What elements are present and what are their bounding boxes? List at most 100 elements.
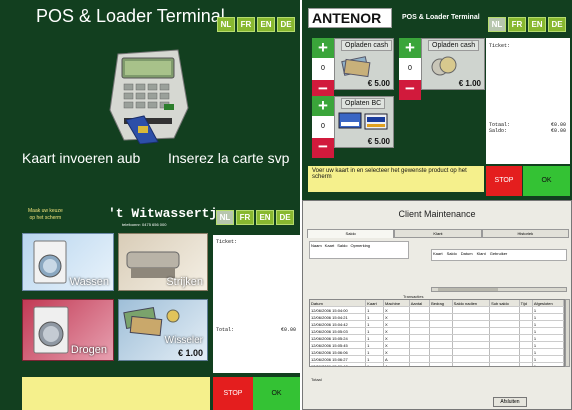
lang-fr-button[interactable]: FR (237, 17, 255, 32)
stop-label: STOP (223, 390, 243, 397)
panel-title: POS & Loader Terminal (36, 6, 225, 26)
table-row[interactable]: 12/06/2006 15:06:27 1 A 1 (310, 355, 564, 363)
ok-button[interactable]: OK (523, 166, 570, 196)
table-cell: X (383, 341, 410, 349)
table-cell: A (383, 362, 410, 366)
lang-fr-button[interactable]: FR (236, 210, 254, 225)
quantity-stepper: + 0 − (399, 38, 421, 100)
table-cell (489, 313, 520, 321)
horizontal-scrollbar[interactable] (431, 287, 567, 292)
ok-button[interactable]: OK (253, 377, 300, 410)
stop-button[interactable]: STOP (486, 166, 522, 196)
table-cell: 1 (532, 341, 564, 349)
decrement-button[interactable]: − (399, 80, 421, 100)
table-cell: 12/06/2006 15:06:48 (310, 362, 367, 366)
table-cell (429, 341, 453, 349)
table-row[interactable]: 12/06/2006 15:04:21 1 X 1 (310, 313, 564, 321)
lang-de-button[interactable]: DE (276, 210, 294, 225)
tab-saldo[interactable]: Saldo (307, 229, 395, 238)
lang-de-button[interactable]: DE (277, 17, 295, 32)
table-cell (452, 355, 491, 363)
table-row[interactable]: 12/06/2006 15:06:48 1 A 1 (310, 362, 564, 366)
tab-klant[interactable]: Klant (394, 229, 482, 238)
pos-panel-product-selection: ANTENOR POS & Loader Terminal NL FR EN D… (302, 0, 572, 205)
total-label: Total: (216, 327, 235, 333)
vertical-scrollbar[interactable] (565, 299, 570, 367)
table-row[interactable]: 12/06/2006 15:06:06 1 X 1 (310, 348, 564, 356)
table-cell: 12/06/2006 15:04:21 (310, 313, 367, 321)
table-cell: X (383, 334, 410, 342)
table-cell (409, 362, 431, 366)
table-cell (409, 327, 431, 335)
table-cell (519, 313, 533, 321)
table-cell (519, 334, 533, 342)
ticket-label: Ticket: (216, 239, 238, 245)
insert-card-prompt-nl: Kaart invoeren aub (22, 150, 141, 166)
table-row[interactable]: 12/06/2006 15:04:42 1 X 1 (310, 320, 564, 328)
product-price: € 5.00 (367, 137, 390, 146)
close-button[interactable]: Afsluiten (493, 397, 527, 407)
table-cell (452, 362, 491, 366)
table-cell (452, 327, 491, 335)
table-cell (489, 362, 520, 366)
table-cell: 1 (532, 313, 564, 321)
window-title: Client Maintenance (398, 209, 476, 219)
brand-phone: telefoonnr: 0475 656 000 (122, 222, 167, 227)
table-row[interactable]: 12/06/2006 15:05:24 1 X 1 (310, 334, 564, 342)
lang-nl-button[interactable]: NL (488, 17, 506, 32)
table-cell (429, 306, 453, 314)
choose-on-screen-text: Maak uw keuze op het scherm (28, 208, 63, 222)
stop-label: STOP (494, 177, 514, 184)
transactions-table: Datum Kaart Machine Aantal Bedrag Saldo … (309, 299, 565, 367)
table-cell: 1 (532, 348, 564, 356)
table-cell: 1 (365, 334, 384, 342)
product-tile-cash-1[interactable]: Opladen cash € 1.00 (421, 38, 485, 90)
antenor-logo-text: ANTENOR (312, 10, 382, 26)
washing-machine-icon (33, 240, 67, 284)
lang-en-button[interactable]: EN (257, 17, 275, 32)
quantity-value: 0 (312, 116, 334, 138)
client-maintenance-window: Client Maintenance Saldo Klant Historiek… (302, 200, 572, 410)
lang-en-button[interactable]: EN (256, 210, 274, 225)
table-cell (409, 348, 431, 356)
lang-de-button[interactable]: DE (548, 17, 566, 32)
table-row[interactable]: 12/06/2006 15:05:03 1 X 1 (310, 327, 564, 335)
product-price: € 5.00 (367, 79, 390, 88)
lang-en-button[interactable]: EN (528, 17, 546, 32)
scrollbar-thumb[interactable] (438, 288, 498, 291)
sub-col-user: Gebruiker (489, 251, 508, 256)
tab-historiek[interactable]: Historiek (481, 229, 569, 238)
table-row[interactable]: 12/06/2006 15:05:45 1 X 1 (310, 341, 564, 349)
product-label: Oplaten BC (341, 98, 386, 109)
choose-line-1: Maak uw keuze (28, 208, 63, 214)
card-terminal-icon (109, 49, 189, 144)
transactions-grid: Datum Kaart Machine Aantal Bedrag Saldo … (310, 300, 564, 366)
stop-button[interactable]: STOP (213, 377, 253, 410)
lang-nl-button[interactable]: NL (216, 210, 234, 225)
lang-nl-button[interactable]: NL (217, 17, 235, 32)
panel-title: POS & Loader Terminal (402, 14, 480, 21)
service-tile-ironing[interactable]: Strijken (118, 233, 208, 291)
service-tile-dryer[interactable]: Drogen (22, 299, 114, 361)
table-cell: X (383, 327, 410, 335)
increment-button[interactable]: + (399, 38, 421, 58)
table-row[interactable]: 12/06/2006 15:04:00 1 X 1 (310, 306, 564, 314)
field-card-label: Kaart (324, 243, 335, 248)
pos-panel-card-prompt: POS & Loader Terminal NL FR EN DE Kaart … (0, 0, 300, 205)
table-cell (519, 355, 533, 363)
tile-label: Wassen (69, 276, 109, 288)
decrement-button[interactable]: − (312, 138, 334, 158)
lang-fr-button[interactable]: FR (508, 17, 526, 32)
increment-button[interactable]: + (312, 38, 334, 58)
product-tile-bank-card[interactable]: Oplaten BC € 5.00 (334, 96, 394, 148)
table-cell (519, 306, 533, 314)
service-tile-changer[interactable]: Wisseler € 1.00 (118, 299, 208, 361)
table-cell (409, 355, 431, 363)
table-cell (452, 306, 491, 314)
increment-button[interactable]: + (312, 96, 334, 116)
brand-title: 't Witwassertje (108, 206, 226, 221)
product-tile-cash-5[interactable]: Opladen cash € 5.00 (334, 38, 394, 90)
table-cell (519, 348, 533, 356)
service-tile-wash[interactable]: Wassen (22, 233, 114, 291)
language-selector: NL FR EN DE (217, 17, 295, 32)
